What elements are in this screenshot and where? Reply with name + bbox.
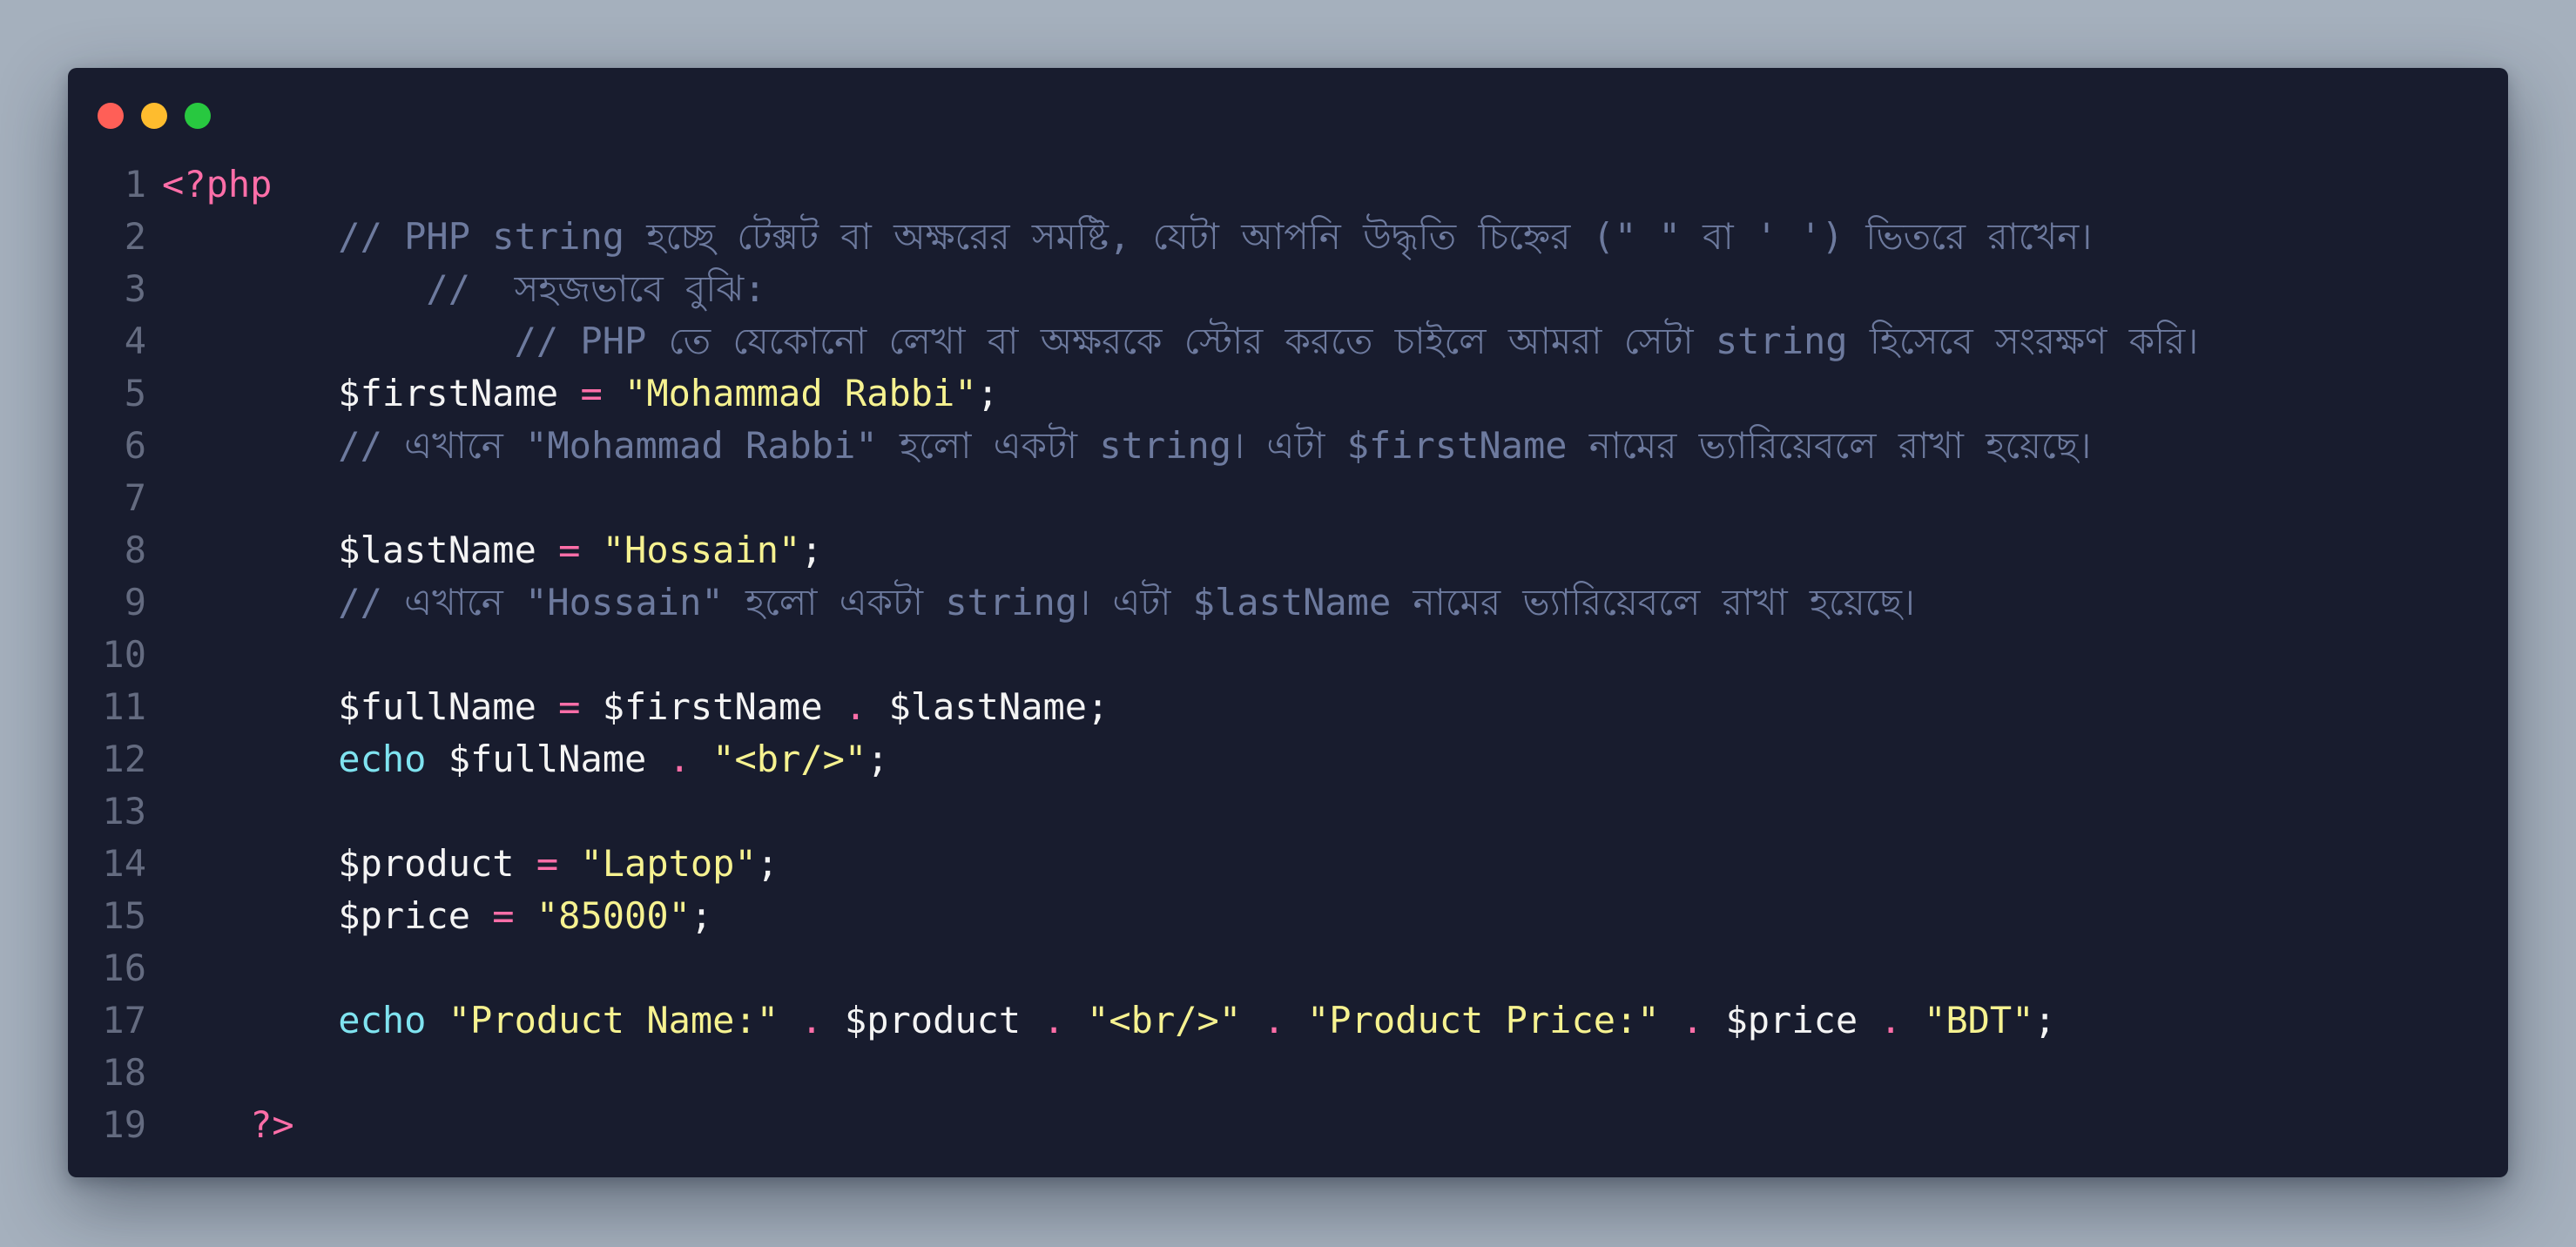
line-number: 3 [124, 267, 146, 310]
code-token-comment: // সহজভাবে বুঝি: [162, 267, 766, 310]
code-token-string: "Product Name:" [448, 999, 779, 1041]
line-number: 18 [102, 1051, 146, 1094]
code-token-kw: echo [338, 738, 427, 780]
code-token-plain: ; [800, 529, 823, 571]
code-token-plain: ; [867, 738, 889, 780]
code-token-op: . [800, 999, 823, 1041]
code-token-op: = [580, 372, 603, 415]
line-number: 2 [124, 215, 146, 258]
line-number: 1 [124, 163, 146, 206]
code-token-op: = [492, 894, 515, 937]
code-token-string: "<br/>" [1087, 999, 1242, 1041]
code-token-plain: $lastName; [867, 685, 1109, 728]
line-text: echo $fullName . "<br/>"; [162, 733, 889, 785]
code-token-tag: <?php [162, 163, 273, 206]
code-token-plain: $fullName [162, 685, 559, 728]
line-number: 5 [124, 372, 146, 415]
line-number: 11 [102, 685, 146, 728]
code-token-comment: // এখানে "Hossain" হলো একটা string। এটা … [162, 581, 1915, 624]
code-token-plain: $product [162, 842, 536, 885]
code-token-plain: $firstName [162, 372, 581, 415]
code-token-op: = [536, 842, 559, 885]
line-text: $fullName = $firstName . $lastName; [162, 681, 1109, 733]
code-token-op: . [1263, 999, 1285, 1041]
line-text: $price = "85000"; [162, 890, 712, 942]
code-token-op: . [844, 685, 867, 728]
code-token-string: "Hossain" [602, 529, 801, 571]
code-token-kw: echo [338, 999, 427, 1041]
code-token-comment: // PHP তে যেকোনো লেখা বা অক্ষরকে স্টোর ক… [162, 320, 2199, 362]
maximize-window-button[interactable] [185, 103, 211, 129]
code-token-plain: $lastName [162, 529, 559, 571]
code-token-plain: $price [1703, 999, 1880, 1041]
line-text: // এখানে "Hossain" হলো একটা string। এটা … [162, 576, 1915, 629]
line-text: $lastName = "Hossain"; [162, 524, 823, 576]
line-text: echo "Product Name:" . $product . "<br/>… [162, 994, 2056, 1047]
line-number: 14 [102, 842, 146, 885]
line-number: 19 [102, 1103, 146, 1146]
minimize-window-button[interactable] [141, 103, 167, 129]
code-token-plain: $product [822, 999, 1043, 1041]
line-text: $product = "Laptop"; [162, 838, 779, 890]
code-token-plain: ; [2033, 999, 2056, 1041]
line-number: 7 [124, 476, 146, 519]
line-number: 17 [102, 999, 146, 1041]
line-text: // সহজভাবে বুঝি: [162, 263, 765, 315]
code-token-string: "<br/>" [712, 738, 867, 780]
code-window: 1 <?php 2 // PHP string হচ্ছে টেক্সট বা অক… [68, 68, 2508, 1177]
code-token-op: = [558, 685, 581, 728]
line-number: 12 [102, 738, 146, 780]
line-number: 15 [102, 894, 146, 937]
code-token-op: = [558, 529, 581, 571]
code-token-plain: $price [162, 894, 493, 937]
line-text: // এখানে "Mohammad Rabbi" হলো একটা strin… [162, 420, 2091, 472]
line-number: 6 [124, 424, 146, 467]
code-token-op: . [668, 738, 691, 780]
code-token-string: "BDT" [1924, 999, 2034, 1041]
code-token-comment: // এখানে "Mohammad Rabbi" হলো একটা strin… [162, 424, 2092, 467]
code-token-string: "Laptop" [580, 842, 757, 885]
code-token-op: . [1042, 999, 1065, 1041]
code-token-comment: // PHP string হচ্ছে টেক্সট বা অক্ষরের সম… [162, 215, 2093, 258]
code-token-plain: $firstName [580, 685, 845, 728]
code-token-plain: ; [690, 894, 713, 937]
code-token-plain: ; [756, 842, 779, 885]
line-text: ?> [162, 1099, 294, 1151]
line-number: 4 [124, 320, 146, 362]
line-text: $firstName = "Mohammad Rabbi"; [162, 367, 999, 420]
code-token-tag: ?> [162, 1103, 294, 1146]
code-token-op: . [1879, 999, 1902, 1041]
code-token-op: . [1681, 999, 1704, 1041]
code-token-plain: ; [976, 372, 999, 415]
line-text: // PHP তে যেকোনো লেখা বা অক্ষরকে স্টোর ক… [162, 315, 2199, 367]
line-number: 16 [102, 947, 146, 989]
line-text: // PHP string হচ্ছে টেক্সট বা অক্ষরের সম… [162, 211, 2092, 263]
code-token-string: "Mohammad Rabbi" [624, 372, 977, 415]
line-number: 8 [124, 529, 146, 571]
close-window-button[interactable] [98, 103, 124, 129]
code-token-string: "85000" [536, 894, 691, 937]
line-number: 10 [102, 633, 146, 676]
code-token-string: "Product Price:" [1307, 999, 1660, 1041]
code-token-plain: $fullName [426, 738, 669, 780]
line-number: 13 [102, 790, 146, 832]
line-number: 9 [124, 581, 146, 624]
line-text: <?php [162, 158, 272, 211]
